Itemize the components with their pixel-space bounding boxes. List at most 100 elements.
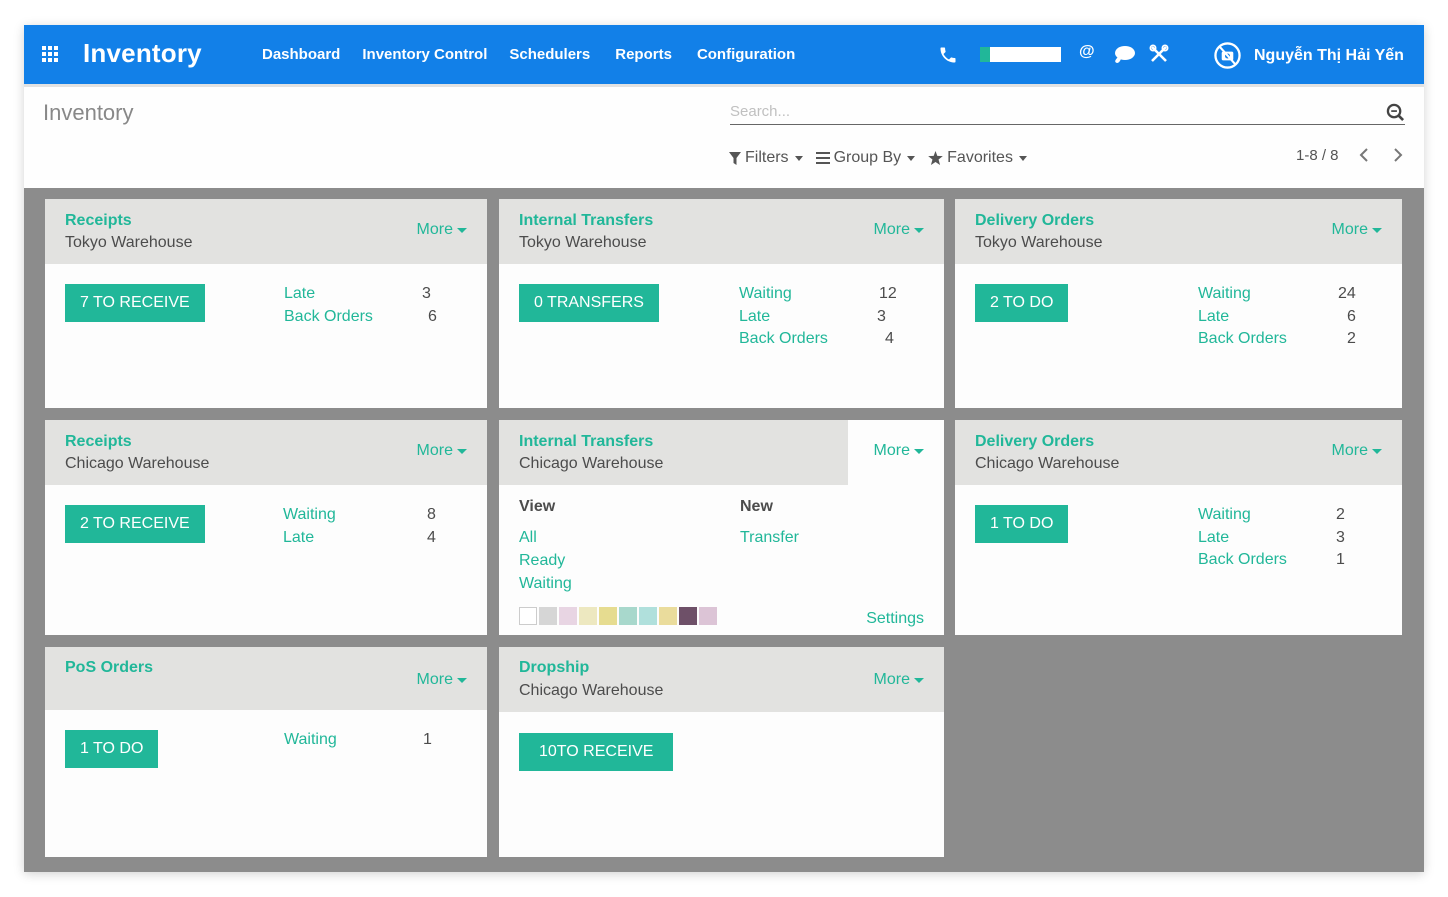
primary-action-button[interactable]: 0 TRANSFERS	[519, 284, 659, 322]
color-swatch[interactable]	[539, 607, 557, 625]
stat-value: 1	[423, 731, 432, 748]
card-title[interactable]: Dropship	[519, 659, 589, 677]
primary-action-button[interactable]: 1 TO DO	[975, 505, 1069, 543]
card-title[interactable]: Internal Transfers	[519, 433, 653, 451]
chevron-right-icon[interactable]	[1392, 147, 1404, 163]
tools-icon[interactable]	[1149, 44, 1169, 64]
primary-action-button[interactable]: 7 TO RECEIVE	[65, 284, 205, 322]
stat-value: 3	[422, 285, 431, 302]
more-label: More	[873, 671, 910, 688]
card-title[interactable]: Internal Transfers	[519, 212, 653, 230]
card-subtitle: Tokyo Warehouse	[519, 234, 647, 251]
stat-label[interactable]: Back Orders	[1198, 551, 1287, 569]
more-dropdown[interactable]: More	[417, 221, 467, 239]
menu-configuration[interactable]: Configuration	[697, 46, 795, 63]
chevron-left-icon[interactable]	[1358, 147, 1370, 163]
card-header: PoS Orders More	[45, 647, 487, 710]
settings-link[interactable]: Settings	[866, 610, 924, 628]
phone-icon[interactable]	[938, 45, 958, 65]
card-title[interactable]: Delivery Orders	[975, 212, 1094, 230]
stat-label[interactable]: Late	[1198, 529, 1229, 547]
card-title[interactable]: Delivery Orders	[975, 433, 1094, 451]
more-dropdown[interactable]: More	[417, 671, 467, 689]
group-by-label: Group By	[833, 149, 902, 166]
color-swatch[interactable]	[639, 607, 657, 625]
view-waiting-link[interactable]: Waiting	[519, 575, 572, 593]
menu-reports[interactable]: Reports	[615, 46, 672, 63]
user-avatar[interactable]	[1214, 42, 1241, 69]
search-input[interactable]	[730, 99, 1370, 123]
view-all-link[interactable]: All	[519, 529, 537, 547]
kanban-card-delivery-orders-chicago: Delivery Orders Chicago Warehouse More 1…	[955, 420, 1402, 635]
more-dropdown[interactable]: More	[417, 442, 467, 460]
card-title[interactable]: Receipts	[65, 212, 132, 230]
stat-label[interactable]: Late	[1198, 308, 1229, 326]
color-swatch[interactable]	[619, 607, 637, 625]
color-swatch[interactable]	[519, 607, 537, 625]
progress-indicator	[980, 47, 1061, 62]
color-swatch[interactable]	[599, 607, 617, 625]
color-picker	[519, 607, 719, 625]
color-swatch[interactable]	[699, 607, 717, 625]
more-dropdown[interactable]: More	[1332, 221, 1382, 239]
favorites-label: Favorites	[947, 149, 1013, 166]
card-subtitle: Chicago Warehouse	[975, 455, 1120, 472]
menu-schedulers[interactable]: Schedulers	[509, 46, 590, 63]
app-window: Inventory Dashboard Inventory Control Sc…	[24, 25, 1424, 872]
color-swatch[interactable]	[559, 607, 577, 625]
color-swatch[interactable]	[679, 607, 697, 625]
breadcrumb-title: Inventory	[43, 100, 134, 125]
stat-label[interactable]: Late	[284, 285, 315, 303]
more-dropdown[interactable]: More	[874, 671, 924, 689]
filters-dropdown[interactable]: Filters	[729, 149, 803, 167]
caret-down-icon	[907, 155, 916, 161]
stat-label[interactable]: Late	[283, 529, 314, 547]
primary-action-button[interactable]: 2 TO RECEIVE	[65, 505, 205, 543]
stat-value: 4	[427, 528, 436, 546]
primary-action-button[interactable]: 10TO RECEIVE	[519, 733, 674, 771]
menu-dashboard[interactable]: Dashboard	[262, 46, 340, 63]
color-swatch[interactable]	[579, 607, 597, 625]
stat-label[interactable]: Late	[739, 308, 770, 326]
stat-label[interactable]: Waiting	[284, 731, 337, 749]
stat-value: 4	[885, 330, 894, 347]
more-dropdown[interactable]: More	[874, 221, 924, 239]
stat-label[interactable]: Waiting	[1198, 506, 1251, 524]
stat-label[interactable]: Waiting	[283, 506, 336, 524]
card-subtitle: Chicago Warehouse	[65, 455, 210, 472]
menu-inventory-control[interactable]: Inventory Control	[362, 46, 487, 63]
stat-label[interactable]: Back Orders	[284, 308, 373, 326]
color-swatch[interactable]	[659, 607, 677, 625]
card-subtitle: Tokyo Warehouse	[975, 234, 1103, 251]
more-label: More	[416, 671, 453, 688]
favorites-dropdown[interactable]: Favorites	[928, 149, 1027, 167]
view-ready-link[interactable]: Ready	[519, 552, 565, 570]
progress-fill	[980, 47, 990, 62]
card-header: Receipts Chicago Warehouse More	[45, 420, 487, 485]
more-dropdown[interactable]: More	[874, 442, 924, 460]
more-label: More	[1331, 442, 1368, 459]
user-name[interactable]: Nguyễn Thị Hải Yến	[1254, 47, 1404, 65]
primary-action-button[interactable]: 2 TO DO	[975, 284, 1069, 322]
apps-grid-icon[interactable]	[42, 46, 60, 64]
primary-action-button[interactable]: 1 TO DO	[65, 730, 159, 768]
more-dropdown[interactable]: More	[1332, 442, 1382, 460]
search-icon[interactable]	[1386, 103, 1405, 122]
caret-down-icon	[457, 677, 467, 683]
stat-value: 24	[1338, 285, 1356, 302]
chat-icon[interactable]	[1112, 45, 1136, 65]
caret-down-icon	[914, 448, 924, 454]
card-header: Dropship Chicago Warehouse More	[499, 647, 944, 712]
card-header: Delivery Orders Chicago Warehouse More	[955, 420, 1402, 485]
stat-label[interactable]: Back Orders	[1198, 330, 1287, 348]
card-title[interactable]: PoS Orders	[65, 659, 153, 677]
stat-label[interactable]: Waiting	[739, 285, 792, 303]
top-navbar: Inventory Dashboard Inventory Control Sc…	[24, 25, 1424, 84]
card-title[interactable]: Receipts	[65, 433, 132, 451]
mentions-icon[interactable]: @	[1079, 43, 1095, 61]
new-transfer-link[interactable]: Transfer	[740, 529, 799, 547]
stat-label[interactable]: Back Orders	[739, 330, 828, 348]
stat-value: 2	[1347, 330, 1356, 347]
group-by-dropdown[interactable]: Group By	[815, 149, 916, 167]
stat-label[interactable]: Waiting	[1198, 285, 1251, 303]
